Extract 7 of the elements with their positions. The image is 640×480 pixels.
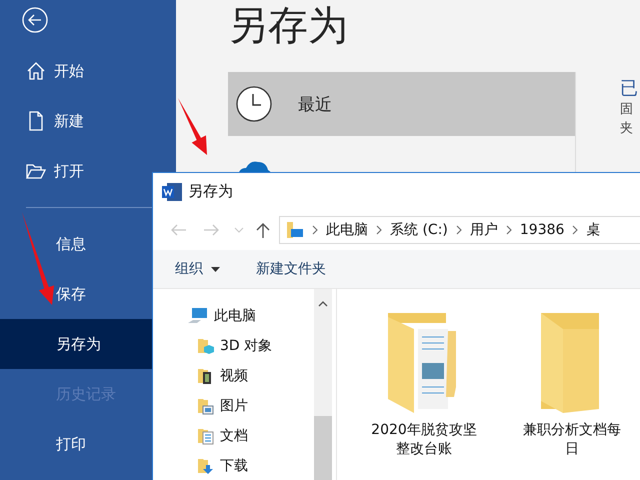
section-heading: 已 xyxy=(620,78,638,100)
dialog-title: 另存为 xyxy=(188,182,233,201)
folder-name: 2020年脱贫攻坚 整改台账 xyxy=(371,421,477,459)
folder-name: 兼职分析文档每 日 xyxy=(523,421,621,459)
description-text: 固 xyxy=(620,101,634,119)
description-text: 夹 xyxy=(620,120,634,138)
page-title: 另存为 xyxy=(228,2,348,51)
